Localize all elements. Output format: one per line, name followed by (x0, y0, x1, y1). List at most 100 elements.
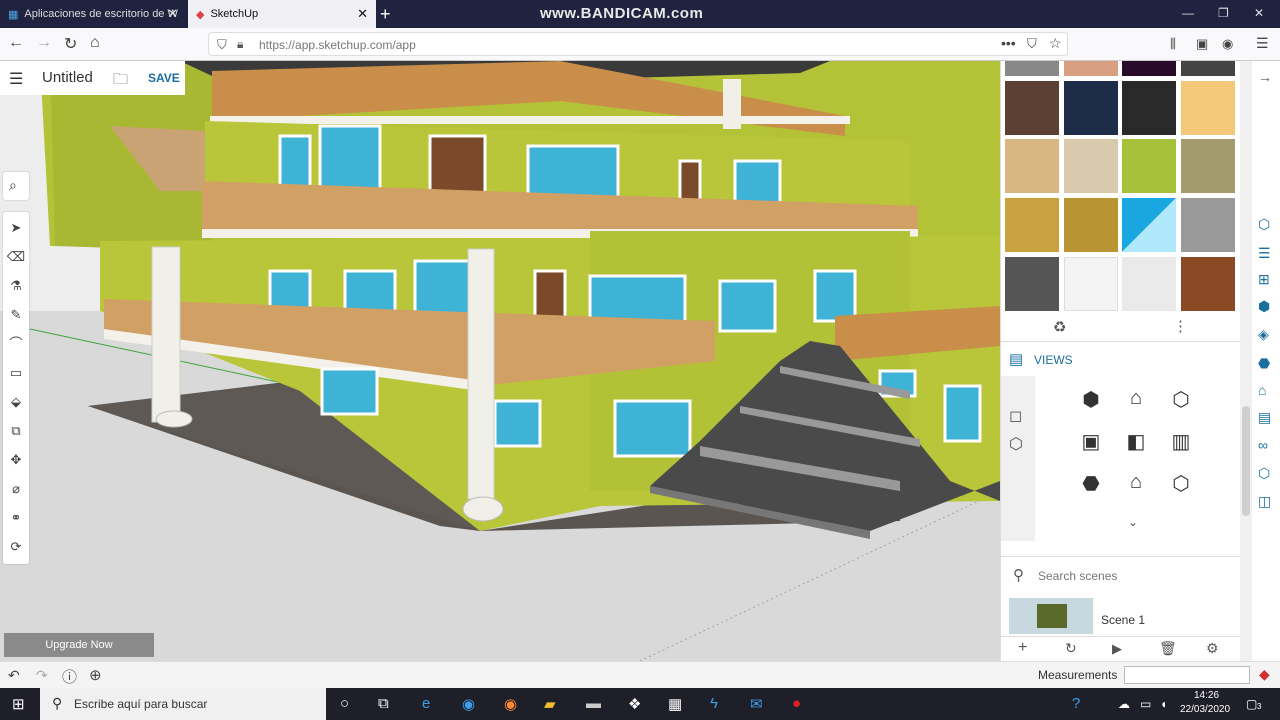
solid-inspector-icon[interactable]: ⬡ (1258, 465, 1270, 482)
edge-icon[interactable]: e (422, 695, 430, 712)
move-tool-icon[interactable]: ✥ (6, 450, 26, 470)
orbit-tool-icon[interactable]: ⟳ (6, 537, 26, 557)
explorer-icon[interactable]: ▰ (544, 695, 556, 713)
chevron-down-icon[interactable]: ⌄ (1128, 515, 1138, 529)
mail-icon[interactable]: ✉ (750, 695, 763, 713)
forward-icon[interactable]: → (36, 34, 52, 52)
reload-icon[interactable]: ↻ (64, 34, 77, 54)
material-swatch[interactable] (1005, 198, 1059, 252)
material-swatch[interactable] (1005, 139, 1059, 193)
firefox-icon[interactable]: ◉ (504, 695, 517, 713)
material-swatch[interactable] (1064, 257, 1118, 311)
scenes-icon[interactable]: ▤ (1258, 409, 1271, 426)
materials-icon[interactable]: ⬢ (1258, 298, 1270, 315)
scrollbar[interactable] (1240, 61, 1252, 661)
material-swatch[interactable] (1005, 61, 1059, 76)
dropbox-icon[interactable]: ❖ (628, 695, 641, 713)
close-icon[interactable]: ✕ (357, 6, 368, 22)
star-icon[interactable]: ☆ (1049, 35, 1062, 52)
material-swatch[interactable] (1064, 139, 1118, 193)
bandicam-icon[interactable]: ● (792, 695, 801, 712)
tab-sketchup[interactable]: ◆ SketchUp ✕ (188, 0, 376, 28)
material-swatch[interactable] (1005, 257, 1059, 311)
app-icon[interactable]: ▬ (586, 695, 601, 712)
home-view-icon[interactable]: ⌂ (1123, 471, 1149, 494)
cortana-icon[interactable]: ○ (340, 695, 349, 712)
help-icon[interactable]: ⓘ (62, 666, 77, 687)
account-icon[interactable]: ◉ (1222, 36, 1233, 52)
library-icon[interactable]: ⫼ (1170, 36, 1176, 52)
select-tool-icon[interactable]: ➤ (6, 218, 26, 238)
play-icon[interactable]: ▶ (1112, 641, 1122, 657)
extensions-icon[interactable]: ◫ (1258, 493, 1271, 510)
model-viewport[interactable] (0, 61, 1000, 661)
taskbar-search-input[interactable]: Escribe aquí para buscar (74, 697, 207, 711)
left-view-icon[interactable]: ⬣ (1078, 471, 1104, 496)
scrollbar-thumb[interactable] (1242, 406, 1250, 516)
maximize-icon[interactable]: ❐ (1218, 6, 1229, 20)
material-swatch[interactable] (1064, 81, 1118, 135)
tab-escritorio[interactable]: ▦ Aplicaciones de escritorio de W ✕ (0, 0, 186, 28)
material-swatch[interactable] (1122, 198, 1176, 252)
search-scenes-input[interactable]: Search scenes (1038, 569, 1117, 583)
battery-icon[interactable]: ▭ (1140, 697, 1151, 711)
eraser-tool-icon[interactable]: ⌫ (6, 247, 26, 267)
task-view-icon[interactable]: ⧉ (378, 695, 389, 712)
more-icon[interactable]: ••• (1001, 35, 1016, 51)
tags-icon[interactable]: ⌂ (1258, 382, 1266, 398)
entity-info-icon[interactable]: ⬡ (1258, 216, 1270, 233)
recycle-icon[interactable]: ♻ (1053, 318, 1066, 336)
pocket-icon[interactable]: ⛉ (1027, 36, 1037, 52)
material-swatch[interactable] (1122, 139, 1176, 193)
add-scene-icon[interactable]: + (1018, 639, 1027, 657)
offset-tool-icon[interactable]: ⧉ (6, 421, 26, 441)
settings-icon[interactable]: ⚙ (1206, 640, 1219, 657)
front-view-icon[interactable]: ▣ (1078, 429, 1104, 454)
undo-icon[interactable]: ↶ (8, 667, 20, 684)
address-bar[interactable]: ⛉ 🔒︎ https://app.sketchup.com/app ••• ⛉ … (208, 32, 1068, 56)
layers-icon[interactable]: ⬣ (1258, 355, 1270, 372)
help-tray-icon[interactable]: ? (1072, 695, 1080, 712)
document-title[interactable]: Untitled (42, 69, 93, 86)
material-swatch[interactable] (1181, 139, 1235, 193)
pencil-tool-icon[interactable]: ✎ (6, 305, 26, 325)
minimize-icon[interactable]: — (1182, 6, 1194, 20)
tape-tool-icon[interactable]: ⌀ (6, 479, 26, 499)
arc-tool-icon[interactable]: ⌒ (6, 334, 26, 354)
lightning-icon[interactable]: ϟ (710, 695, 718, 712)
search-tool[interactable]: ⌕ (3, 172, 29, 200)
collapse-panel-icon[interactable]: → (1258, 69, 1272, 85)
hamburger-icon[interactable]: ☰ (9, 69, 23, 89)
taskbar-search[interactable]: ⚲ Escribe aquí para buscar (40, 688, 326, 720)
scene-name[interactable]: Scene 1 (1101, 613, 1145, 627)
material-swatch[interactable] (1064, 198, 1118, 252)
new-tab-icon[interactable]: + (380, 4, 391, 25)
notifications-icon[interactable]: ▢ (1246, 697, 1257, 711)
delete-icon[interactable]: 🗑︎ (1159, 640, 1177, 657)
iso-view-icon[interactable]: ⬢ (1078, 387, 1104, 412)
top-view-icon[interactable]: ⌂ (1123, 387, 1149, 410)
upgrade-button[interactable]: Upgrade Now (4, 633, 154, 657)
walk-tool-icon[interactable]: ⚭ (6, 508, 26, 528)
bottom-view-icon[interactable]: ⬡ (1168, 387, 1194, 412)
material-swatch[interactable] (1064, 61, 1118, 76)
measurements-input[interactable] (1124, 666, 1250, 684)
instructor-icon[interactable]: ☰ (1258, 245, 1271, 262)
material-swatch[interactable] (1122, 257, 1176, 311)
right-view-icon[interactable]: ◧ (1123, 429, 1149, 454)
rectangle-tool-icon[interactable]: ▭ (6, 363, 26, 383)
globe-icon[interactable]: ⊕ (89, 666, 102, 684)
material-swatch[interactable] (1181, 81, 1235, 135)
cube-icon[interactable]: ⬡ (1009, 434, 1023, 454)
back-icon[interactable]: ← (8, 34, 24, 52)
cloud-icon[interactable]: ☁ (1118, 697, 1130, 711)
material-swatch[interactable] (1122, 61, 1176, 76)
update-scene-icon[interactable]: ↻ (1065, 640, 1077, 657)
material-swatch[interactable] (1005, 81, 1059, 135)
redo-icon[interactable]: ↷ (36, 667, 48, 684)
briefcase-icon[interactable]: ▦ (668, 695, 682, 713)
scene-thumbnail[interactable] (1009, 598, 1093, 634)
material-swatch[interactable] (1181, 257, 1235, 311)
sidebar-icon[interactable]: ▣ (1196, 36, 1208, 52)
folder-icon[interactable]: 🗀︎ (113, 69, 128, 94)
